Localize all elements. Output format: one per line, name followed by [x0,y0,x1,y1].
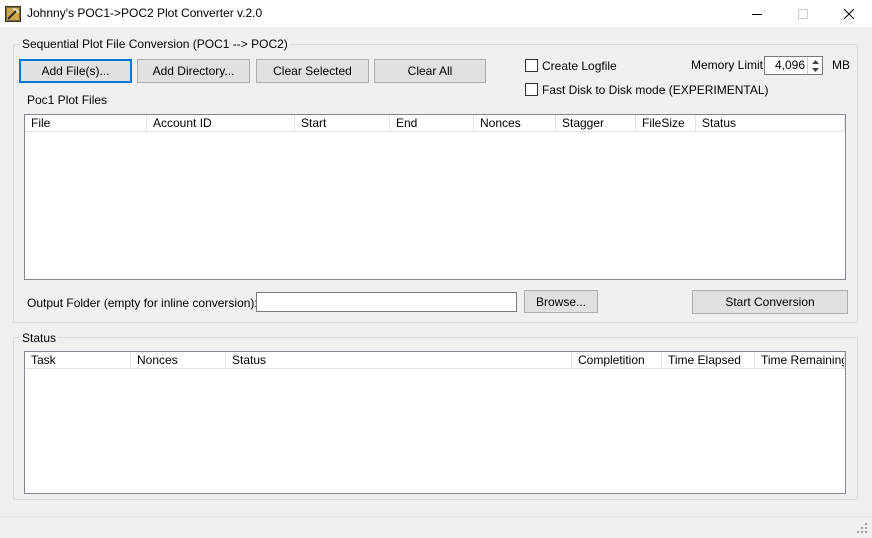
close-icon [844,9,854,19]
column-status[interactable]: Status [226,352,572,369]
title-bar[interactable]: Johnny's POC1->POC2 Plot Converter v.2.0 [0,0,872,28]
memory-limit-label: Memory Limit [691,58,764,72]
status-list-header: Task Nonces Status Completition Time Ela… [25,352,845,369]
memory-unit-label: MB [832,58,850,72]
maximize-icon [798,9,808,19]
minimize-button[interactable] [734,0,780,28]
pickaxe-icon [5,6,21,22]
column-completition[interactable]: Completition [572,352,662,369]
fast-disk-checkbox[interactable] [525,83,538,96]
column-end[interactable]: End [390,115,474,132]
column-time-elapsed[interactable]: Time Elapsed [662,352,755,369]
status-strip [0,516,872,538]
create-logfile-checkbox[interactable] [525,59,538,72]
poc1-files-label: Poc1 Plot Files [27,93,108,107]
column-nonces[interactable]: Nonces [131,352,226,369]
column-start[interactable]: Start [295,115,390,132]
column-filesize[interactable]: FileSize [636,115,696,132]
column-file[interactable]: File [25,115,147,132]
chevron-down-icon [811,67,819,72]
spin-down-button[interactable] [807,65,822,74]
clear-selected-button[interactable]: Clear Selected [256,59,369,83]
add-directory-button[interactable]: Add Directory... [137,59,250,83]
column-stagger[interactable]: Stagger [556,115,636,132]
maximize-button[interactable] [780,0,826,28]
output-folder-label: Output Folder (empty for inline conversi… [27,296,258,310]
resize-grip-icon[interactable] [856,522,868,534]
plot-files-header: File Account ID Start End Nonces Stagger… [25,115,845,132]
status-group-label: Status [20,331,59,345]
column-account-id[interactable]: Account ID [147,115,295,132]
memory-limit-input[interactable]: 4,096 [765,57,808,74]
close-button[interactable] [826,0,872,28]
plot-files-list[interactable]: File Account ID Start End Nonces Stagger… [24,114,846,280]
memory-limit-spinbox[interactable]: 4,096 [764,56,823,75]
clear-all-button[interactable]: Clear All [374,59,486,83]
start-conversion-button[interactable]: Start Conversion [692,290,848,314]
column-task[interactable]: Task [25,352,131,369]
column-status[interactable]: Status [696,115,845,132]
fast-disk-label: Fast Disk to Disk mode (EXPERIMENTAL) [542,83,769,97]
status-list[interactable]: Task Nonces Status Completition Time Ela… [24,351,846,494]
minimize-icon [752,14,762,15]
browse-button[interactable]: Browse... [524,290,598,313]
create-logfile-label: Create Logfile [542,59,617,73]
window-title: Johnny's POC1->POC2 Plot Converter v.2.0 [27,6,263,20]
column-time-remaining[interactable]: Time Remaining [755,352,845,369]
conversion-group-label: Sequential Plot File Conversion (POC1 --… [20,37,290,51]
add-files-button[interactable]: Add File(s)... [19,59,132,83]
output-folder-input[interactable] [256,292,517,312]
chevron-up-icon [811,59,819,64]
column-nonces[interactable]: Nonces [474,115,556,132]
